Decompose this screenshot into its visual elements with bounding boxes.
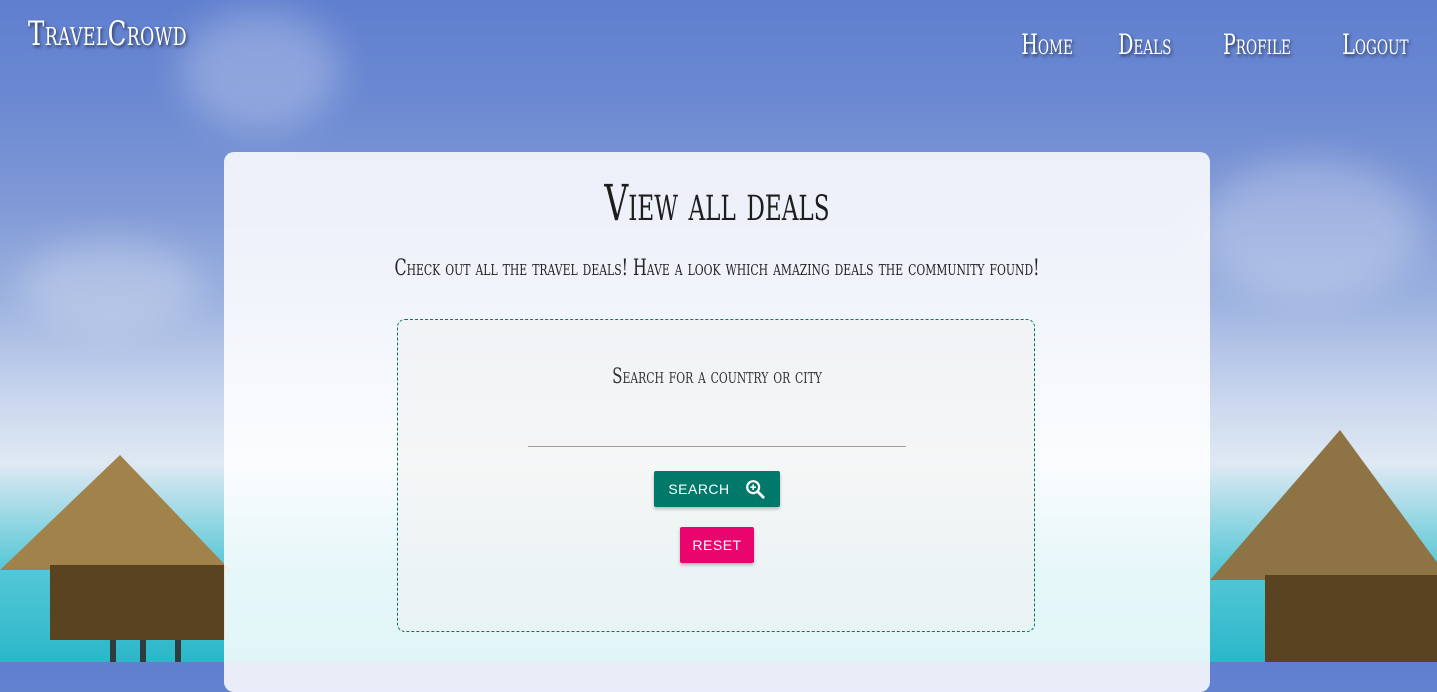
cloud (20, 240, 200, 330)
cloud (1200, 160, 1420, 300)
nav-link-profile[interactable]: Profile (1223, 28, 1291, 61)
search-button[interactable]: SEARCH (654, 471, 780, 507)
nav-link-deals[interactable]: Deals (1118, 28, 1171, 61)
nav-menu: Home Deals Profile Logout (1001, 28, 1409, 61)
page-subtitle: Check out all the travel deals! Have a l… (394, 256, 1040, 281)
deals-card: View all deals Check out all the travel … (224, 152, 1210, 692)
reset-button[interactable]: RESET (680, 527, 754, 563)
search-input[interactable] (528, 408, 906, 447)
nav-link-logout[interactable]: Logout (1343, 28, 1409, 61)
brand-logo[interactable]: TravelCrowd (28, 14, 187, 54)
page-title: View all deals (604, 174, 830, 232)
reset-button-label: RESET (692, 537, 742, 553)
hut-right (1210, 430, 1437, 662)
navbar: TravelCrowd Home Deals Profile Logout (0, 0, 1437, 90)
search-button-label: SEARCH (668, 481, 730, 497)
nav-link-home[interactable]: Home (1021, 28, 1073, 61)
search-panel: Search for a country or city SEARCH RESE… (397, 319, 1035, 632)
hut-left (0, 455, 230, 662)
zoom-search-icon (744, 478, 766, 500)
search-label: Search for a country or city (612, 364, 822, 388)
